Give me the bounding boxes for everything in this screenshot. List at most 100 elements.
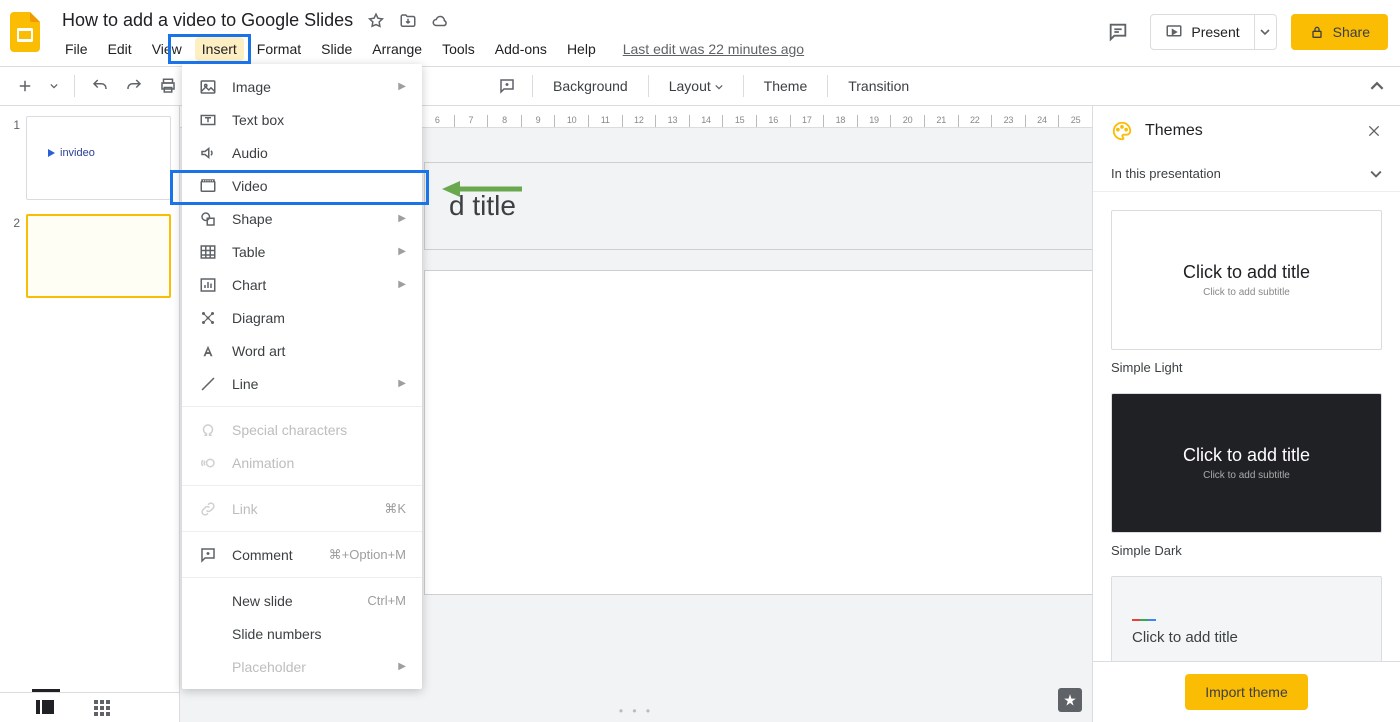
theme-label: Simple Dark: [1111, 543, 1382, 558]
doc-title[interactable]: How to add a video to Google Slides: [58, 8, 357, 33]
redo-button[interactable]: [119, 73, 149, 99]
menu-file[interactable]: File: [58, 37, 95, 61]
slide-thumb[interactable]: 1 invideo: [0, 116, 179, 214]
insert-new-slide[interactable]: New slideCtrl+M: [182, 584, 422, 617]
import-theme-button[interactable]: Import theme: [1185, 674, 1307, 710]
menu-item-label: Line: [232, 376, 258, 392]
theme-button[interactable]: Theme: [754, 74, 818, 98]
insert-text-box[interactable]: Text box: [182, 103, 422, 136]
menu-edit[interactable]: Edit: [101, 37, 139, 61]
palette-icon: [1111, 120, 1133, 142]
insert-diagram[interactable]: Diagram: [182, 301, 422, 334]
view-mode-bar: [0, 692, 180, 722]
star-icon[interactable]: [367, 12, 385, 30]
lock-icon: [1309, 24, 1325, 40]
invideo-logo: invideo: [45, 147, 95, 159]
theme-label: Simple Light: [1111, 360, 1382, 375]
motion-icon: [198, 454, 218, 472]
body-placeholder[interactable]: [424, 270, 1092, 595]
insert-placeholder: Placeholder▶: [182, 650, 422, 683]
menu-slide[interactable]: Slide: [314, 37, 359, 61]
insert-shape[interactable]: Shape ▶: [182, 202, 422, 235]
new-slide-button[interactable]: [10, 73, 40, 99]
new-slide-dropdown-icon[interactable]: [44, 78, 64, 94]
print-button[interactable]: [153, 73, 183, 99]
slide-number: 1: [6, 116, 20, 200]
explore-button[interactable]: [1058, 688, 1082, 712]
insert-animation: Animation: [182, 446, 422, 479]
menu-item-label: Link: [232, 501, 258, 517]
cloud-status-icon[interactable]: [431, 12, 449, 30]
menu-help[interactable]: Help: [560, 37, 603, 61]
filmstrip-view-button[interactable]: [36, 700, 54, 716]
insert-comment[interactable]: Comment⌘+Option+M: [182, 538, 422, 571]
menu-item-label: Comment: [232, 547, 293, 563]
insert-chart[interactable]: Chart▶: [182, 268, 422, 301]
insert-special-characters: Special characters: [182, 413, 422, 446]
last-edit-link[interactable]: Last edit was 22 minutes ago: [623, 41, 804, 57]
transition-button[interactable]: Transition: [838, 74, 919, 98]
themes-title: Themes: [1145, 122, 1354, 140]
insert-menu-dropdown: Image▶Text boxAudioVideoShape▶Table▶Char…: [182, 64, 422, 689]
submenu-arrow-icon: ▶: [398, 279, 406, 290]
menu-format[interactable]: Format: [250, 37, 308, 61]
present-button[interactable]: Present: [1151, 15, 1253, 49]
menu-item-label: Shape: [232, 211, 272, 227]
insert-word-art[interactable]: Word art: [182, 334, 422, 367]
layout-button[interactable]: Layout: [659, 74, 733, 98]
menu-insert[interactable]: Insert: [195, 37, 244, 61]
present-button-group: Present: [1150, 14, 1276, 50]
resize-handle-icon[interactable]: • • •: [619, 704, 653, 718]
app-header: How to add a video to Google Slides File…: [0, 0, 1400, 66]
chevron-down-icon: [1370, 168, 1382, 180]
insert-line[interactable]: Line ▶: [182, 367, 422, 400]
menu-item-label: Image: [232, 79, 271, 95]
image-icon: [198, 78, 218, 96]
insert-slide-numbers[interactable]: Slide numbers: [182, 617, 422, 650]
present-dropdown-button[interactable]: [1254, 15, 1276, 49]
menu-item-label: Special characters: [232, 422, 347, 438]
present-icon: [1165, 23, 1183, 41]
title-placeholder[interactable]: d title: [424, 162, 1092, 250]
collapse-toolbar-button[interactable]: [1364, 75, 1390, 97]
menu-view[interactable]: View: [145, 37, 189, 61]
add-comment-button[interactable]: [492, 73, 522, 99]
insert-video[interactable]: Video: [182, 169, 422, 202]
slides-logo-icon[interactable]: [6, 12, 46, 52]
share-label: Share: [1333, 24, 1370, 40]
slide-thumb[interactable]: 2: [0, 214, 179, 312]
diagram-icon: [198, 309, 218, 327]
insert-audio[interactable]: Audio: [182, 136, 422, 169]
menu-item-label: Word art: [232, 343, 285, 359]
menu-bar: FileEditViewInsertFormatSlideArrangeTool…: [58, 37, 1100, 61]
menu-add-ons[interactable]: Add-ons: [488, 37, 554, 61]
menu-item-label: Table: [232, 244, 265, 260]
theme-card-simple-dark[interactable]: Click to add titleClick to add subtitle: [1111, 393, 1382, 533]
menu-item-label: Video: [232, 178, 268, 194]
omega-icon: [198, 421, 218, 439]
in-this-presentation-row[interactable]: In this presentation: [1093, 156, 1400, 192]
theme-card-simple-light[interactable]: Click to add titleClick to add subtitle: [1111, 210, 1382, 350]
shortcut-label: ⌘K: [384, 501, 406, 517]
share-button[interactable]: Share: [1291, 14, 1388, 50]
audio-icon: [198, 144, 218, 162]
menu-arrange[interactable]: Arrange: [365, 37, 429, 61]
submenu-arrow-icon: ▶: [398, 246, 406, 257]
submenu-arrow-icon: ▶: [398, 378, 406, 389]
theme-card-streamline[interactable]: Click to add titleClick to add subtitle: [1111, 576, 1382, 661]
comments-history-icon[interactable]: [1100, 14, 1136, 50]
close-themes-button[interactable]: [1366, 123, 1382, 139]
insert-table[interactable]: Table ▶: [182, 235, 422, 268]
submenu-arrow-icon: ▶: [398, 213, 406, 224]
background-button[interactable]: Background: [543, 74, 638, 98]
grid-view-button[interactable]: [94, 700, 110, 716]
insert-image[interactable]: Image▶: [182, 70, 422, 103]
present-label: Present: [1191, 24, 1239, 40]
comment-icon: [198, 546, 218, 564]
menu-tools[interactable]: Tools: [435, 37, 482, 61]
line-icon: [198, 375, 218, 393]
menu-item-label: New slide: [232, 593, 293, 609]
link-icon: [198, 500, 218, 518]
move-to-folder-icon[interactable]: [399, 12, 417, 30]
undo-button[interactable]: [85, 73, 115, 99]
